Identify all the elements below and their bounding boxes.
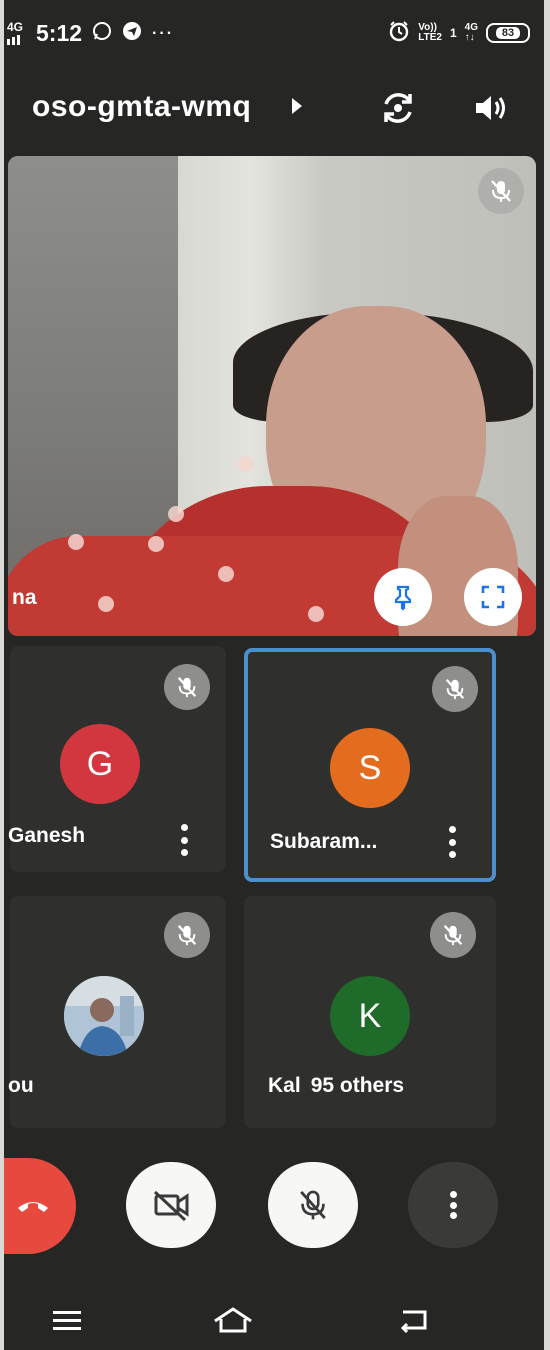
- meeting-top-bar: oso-gmta-wmq: [4, 80, 544, 136]
- pattern-dot: [168, 506, 184, 522]
- camera-toggle-button[interactable]: [126, 1162, 216, 1248]
- data-indicator: 4G ↑↓: [464, 21, 478, 43]
- avatar-initial: G: [86, 744, 114, 783]
- pattern-dot: [148, 536, 164, 552]
- profile-photo: [64, 976, 144, 1056]
- home-icon: [214, 1307, 252, 1333]
- end-call-icon: [18, 1202, 48, 1212]
- main-mic-off-badge: [478, 168, 524, 214]
- pattern-dot: [98, 596, 114, 612]
- avatar-initial: S: [358, 748, 382, 787]
- battery-icon: 83: [486, 22, 530, 43]
- recents-button[interactable]: [42, 1300, 92, 1340]
- network-type-label: 4G: [6, 19, 23, 34]
- more-notifications: ···: [152, 24, 175, 42]
- whatsapp-icon: [92, 21, 112, 47]
- mic-off-badge: [432, 666, 478, 712]
- pattern-dot: [308, 606, 324, 622]
- participant-tile-ganesh[interactable]: G Ganesh: [8, 646, 226, 872]
- fullscreen-icon: [481, 585, 505, 609]
- battery-level: 83: [495, 26, 521, 39]
- participant-name: Kal 95 others: [268, 1074, 405, 1097]
- avatar-initial: K: [358, 996, 382, 1035]
- mic-off-icon: [177, 925, 197, 946]
- pin-icon: [394, 585, 412, 611]
- mic-off-icon: [443, 925, 463, 946]
- alarm-icon: [388, 20, 410, 45]
- back-icon: [400, 1310, 427, 1334]
- telegram-icon: [122, 21, 142, 47]
- meeting-code[interactable]: oso-gmta-wmq: [32, 90, 251, 124]
- camera-off-icon: [153, 1190, 189, 1222]
- participant-tile-you[interactable]: ou: [8, 896, 226, 1128]
- participant-name: Ganesh: [8, 824, 86, 847]
- mic-off-badge: [164, 912, 210, 958]
- home-button[interactable]: [208, 1300, 258, 1340]
- system-nav-bar: [4, 1280, 544, 1350]
- participant-name: Subaram...: [270, 830, 378, 853]
- mic-off-icon: [445, 679, 465, 700]
- sim-number: 1: [449, 25, 457, 40]
- mic-off-icon: [491, 180, 511, 202]
- main-participant-name: na: [12, 586, 37, 609]
- menu-icon: [53, 1311, 81, 1330]
- mic-toggle-button[interactable]: [268, 1162, 358, 1248]
- data-arrows: ↑↓: [464, 31, 475, 43]
- volte-top: Vo)): [418, 21, 437, 33]
- avatar: G: [60, 724, 140, 804]
- fullscreen-button[interactable]: [464, 568, 522, 626]
- speaker-button[interactable]: [468, 86, 512, 130]
- avatar: K: [330, 976, 410, 1056]
- main-video-feed[interactable]: na: [8, 156, 536, 636]
- status-bar: 4G 5:12 ··· Vo)) LTE2 1 4G ↑↓ 83: [4, 14, 544, 54]
- data-type: 4G: [464, 21, 478, 33]
- mic-off-icon: [300, 1190, 326, 1220]
- participant-tile-others[interactable]: K Kal 95 others: [244, 896, 496, 1128]
- camera-switch-button[interactable]: [376, 86, 420, 130]
- signal-icon: 4G: [4, 21, 26, 47]
- status-time: 5:12: [36, 20, 83, 46]
- participant-tile-subaram[interactable]: S Subaram...: [244, 648, 496, 882]
- status-right: Vo)) LTE2 1 4G ↑↓ 83: [388, 20, 530, 45]
- pattern-dot: [238, 456, 254, 472]
- mic-off-badge: [164, 664, 210, 710]
- mic-off-badge: [430, 912, 476, 958]
- volte-bottom: LTE2: [418, 31, 442, 43]
- pattern-dot: [218, 566, 234, 582]
- more-vertical-icon: [443, 1187, 463, 1223]
- chevron-right-icon[interactable]: [292, 98, 302, 114]
- camera-switch-icon: [384, 93, 412, 123]
- participant-name: ou: [8, 1074, 34, 1097]
- volte-indicator: Vo)) LTE2: [418, 21, 442, 43]
- avatar-photo: [64, 976, 144, 1056]
- status-left: 4G 5:12 ···: [4, 20, 174, 47]
- pattern-dot: [68, 534, 84, 550]
- pin-button[interactable]: [374, 568, 432, 626]
- speaker-icon: [476, 96, 505, 120]
- more-vertical-icon[interactable]: [174, 820, 194, 860]
- more-options-button[interactable]: [408, 1162, 498, 1248]
- more-vertical-icon[interactable]: [442, 822, 462, 862]
- back-button[interactable]: [388, 1300, 438, 1340]
- phone-screen: 4G 5:12 ··· Vo)) LTE2 1 4G ↑↓ 83 oso-gmt…: [4, 0, 544, 1350]
- mic-off-icon: [177, 677, 197, 698]
- end-call-button[interactable]: [4, 1158, 76, 1254]
- avatar: S: [330, 728, 410, 808]
